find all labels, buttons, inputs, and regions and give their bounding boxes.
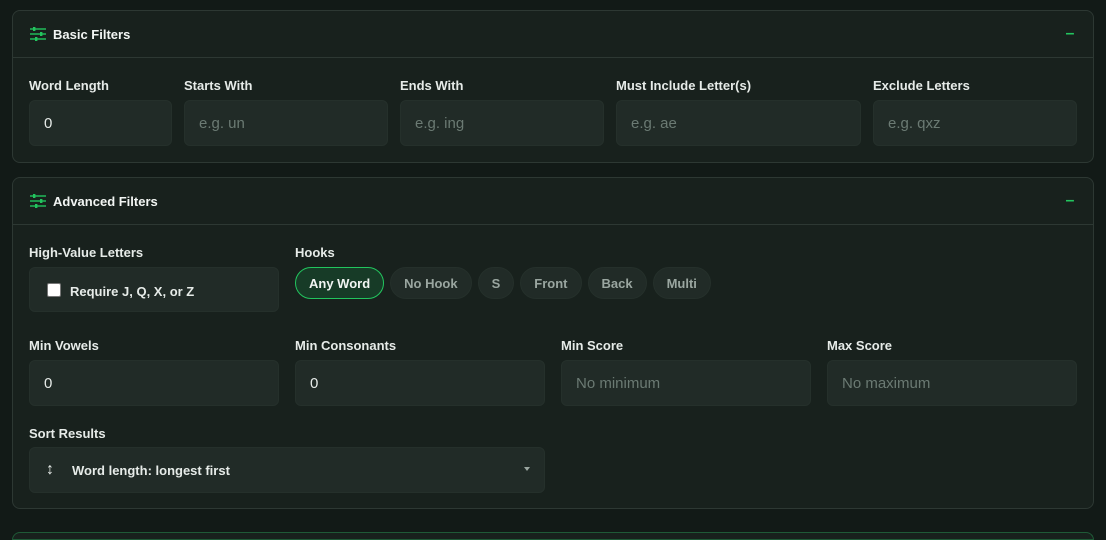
must-include-input[interactable] (616, 100, 861, 146)
hook-s-chip[interactable]: S (477, 267, 515, 299)
hooks-label: Hooks (295, 245, 335, 260)
next-panel-edge (12, 532, 1094, 540)
min-score-input[interactable] (561, 360, 811, 406)
word-length-label: Word Length (29, 78, 109, 93)
sliders-icon (30, 27, 46, 41)
advanced-filters-title: Advanced Filters (53, 193, 158, 209)
exclude-letters-input[interactable] (873, 100, 1077, 146)
hook-no-hook-chip[interactable]: No Hook (390, 267, 472, 299)
max-score-input[interactable] (827, 360, 1077, 406)
advanced-filters-panel: Advanced Filters – High-Value Letters Re… (12, 177, 1094, 509)
min-consonants-label: Min Consonants (295, 338, 397, 353)
basic-filters-panel: Basic Filters – Word Length Starts With … (12, 10, 1094, 163)
hook-back-chip[interactable]: Back (587, 267, 647, 299)
sliders-icon (30, 194, 46, 208)
min-consonants-input[interactable] (295, 360, 545, 406)
high-value-checkbox-container[interactable]: Require J, Q, X, or Z (29, 267, 279, 312)
advanced-filters-collapse-button[interactable]: – (1063, 192, 1077, 210)
hook-front-chip[interactable]: Front (520, 267, 582, 299)
min-vowels-label: Min Vowels (29, 338, 99, 353)
max-score-label: Max Score (827, 338, 893, 353)
must-include-label: Must Include Letter(s) (616, 78, 752, 93)
min-vowels-input[interactable] (29, 360, 279, 406)
ends-with-label: Ends With (400, 78, 464, 93)
starts-with-input[interactable] (184, 100, 388, 146)
caret-down-icon (524, 467, 530, 471)
starts-with-label: Starts With (184, 78, 253, 93)
sort-results-select[interactable]: ↕ Word length: longest first (29, 447, 545, 493)
sort-selected-value: Word length: longest first (72, 462, 230, 478)
basic-filters-collapse-button[interactable]: – (1063, 25, 1077, 43)
word-length-input[interactable] (29, 100, 172, 146)
require-jqxz-checkbox[interactable] (47, 282, 61, 297)
hook-any-word-chip[interactable]: Any Word (295, 267, 385, 299)
hooks-options: Any Word No Hook S Front Back Multi (295, 267, 717, 299)
exclude-letters-label: Exclude Letters (873, 78, 970, 93)
require-jqxz-label: Require J, Q, X, or Z (70, 283, 195, 299)
basic-filters-title: Basic Filters (53, 26, 131, 42)
advanced-filters-header[interactable]: Advanced Filters – (13, 178, 1093, 225)
high-value-letters-label: High-Value Letters (29, 245, 144, 260)
basic-filters-header[interactable]: Basic Filters – (13, 11, 1093, 58)
sort-results-label: Sort Results (29, 426, 106, 441)
min-score-label: Min Score (561, 338, 624, 353)
ends-with-input[interactable] (400, 100, 604, 146)
hook-multi-chip[interactable]: Multi (652, 267, 711, 299)
sort-arrows-icon: ↕ (46, 461, 54, 478)
